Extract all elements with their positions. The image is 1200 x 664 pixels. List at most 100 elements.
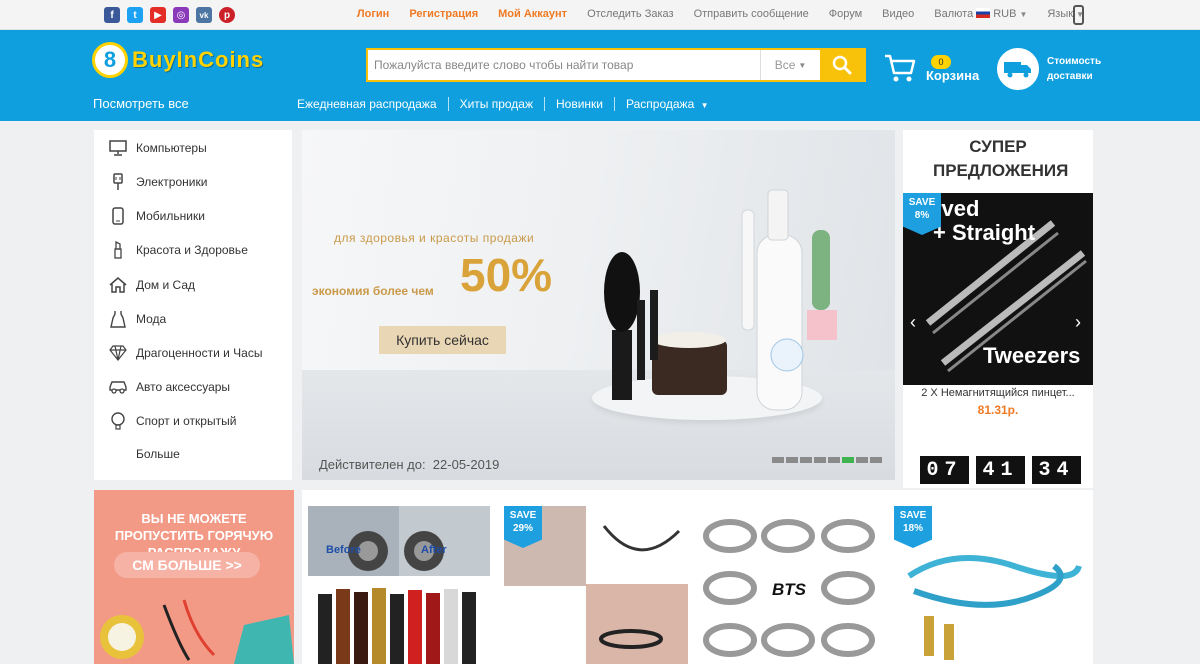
chevron-down-icon: ▼ xyxy=(1019,10,1028,19)
after-image: After xyxy=(399,506,490,576)
shipping-cost-link[interactable]: Стоимость доставки xyxy=(997,48,1107,90)
banner-valid-until: Действителен до: 22-05-2019 xyxy=(319,457,499,472)
nav-new[interactable]: Новинки xyxy=(544,97,614,111)
cart-count-badge: 0 xyxy=(931,55,951,69)
banner-subtitle: для здоровья и красоты продажи xyxy=(334,231,535,245)
slider-dot[interactable] xyxy=(814,457,826,463)
category-fashion[interactable]: Мода xyxy=(108,310,166,328)
timer-seconds: 34 xyxy=(1032,456,1081,484)
category-home-garden[interactable]: Дом и Сад xyxy=(108,276,195,294)
timer-minutes: 41 xyxy=(976,456,1025,484)
search-input[interactable] xyxy=(368,50,760,80)
category-mobiles[interactable]: Мобильники xyxy=(108,207,205,225)
choker-image xyxy=(602,525,681,552)
plug-icon xyxy=(108,173,128,191)
product-tile-car-paint[interactable]: Before After xyxy=(308,506,490,664)
search-category-select[interactable]: Все ▼ xyxy=(760,50,820,80)
login-link[interactable]: Логин xyxy=(357,8,389,20)
category-more[interactable]: Больше xyxy=(136,447,180,461)
track-order-link[interactable]: Отследить Заказ xyxy=(587,8,674,20)
logo[interactable]: 8 BuyInCoins xyxy=(92,42,264,78)
save-percent: 18% xyxy=(902,523,923,534)
lipstick-icon xyxy=(108,241,128,259)
chevron-left-icon[interactable]: ‹ xyxy=(910,312,916,333)
category-jewelry-watches[interactable]: Драгоценности и Часы xyxy=(108,344,262,362)
mobile-app-icon[interactable] xyxy=(1073,5,1084,25)
timer-hours: 07 xyxy=(920,456,969,484)
super-offers-title: СУПЕР ПРЕДЛОЖЕНИЯ xyxy=(933,137,1069,180)
nav-sale[interactable]: Распродажа ▼ xyxy=(614,97,720,111)
see-more-button[interactable]: СМ БОЛЬШЕ >> xyxy=(114,552,260,578)
pinterest-icon[interactable]: p xyxy=(219,7,235,23)
currency-selector[interactable]: Валюта RUB ▼ xyxy=(934,8,1027,20)
category-label: Мода xyxy=(136,312,167,326)
category-auto[interactable]: Авто аксессуары xyxy=(108,378,230,396)
super-offers-panel: СУПЕР ПРЕДЛОЖЕНИЯ rved + Straight Tweeze… xyxy=(903,130,1093,488)
before-image: Before xyxy=(308,506,399,576)
save-percent: 29% xyxy=(512,523,533,534)
product-tile-bts-rings[interactable]: BTS xyxy=(698,506,882,664)
dress-icon xyxy=(108,310,128,328)
nav-daily-sale[interactable]: Ежедневная распродажа xyxy=(297,97,448,111)
offer-image-text-top: rved + Straight xyxy=(933,196,1036,245)
top-bar: f t ▶ ◎ vk p Логин Регистрация Мой Аккау… xyxy=(0,0,1200,30)
slider-dot[interactable] xyxy=(772,457,784,463)
send-message-link[interactable]: Отправить сообщение xyxy=(694,8,809,20)
nav-bestsellers[interactable]: Хиты продаж xyxy=(447,97,544,111)
category-label: Больше xyxy=(136,447,180,461)
account-link[interactable]: Мой Аккаунт xyxy=(498,8,567,20)
product-tile-chokers[interactable]: SAVE 29% xyxy=(504,506,688,664)
sport-icon xyxy=(108,412,128,430)
bts-label: BTS xyxy=(772,580,806,599)
choker-model-image xyxy=(586,584,688,664)
banner-percent: 50% xyxy=(460,249,553,301)
offer-product-name[interactable]: 2 X Немагнитящийся пинцет... xyxy=(903,387,1093,399)
car-icon xyxy=(108,378,128,396)
slider-dot[interactable] xyxy=(856,457,868,463)
facebook-icon[interactable]: f xyxy=(104,7,120,23)
banner-save-text: экономия более чем xyxy=(312,284,434,298)
chevron-down-icon: ▼ xyxy=(798,60,807,70)
slider-dot[interactable] xyxy=(800,457,812,463)
main-nav: Ежедневная распродажа Хиты продаж Новинк… xyxy=(297,97,720,111)
slider-dot[interactable] xyxy=(842,457,854,463)
category-label: Спорт и открытый xyxy=(136,414,237,428)
category-sport-outdoor[interactable]: Спорт и открытый xyxy=(108,412,236,430)
view-all-categories-link[interactable]: Посмотреть все xyxy=(93,96,189,111)
paint-pens-image xyxy=(318,588,476,664)
forum-link[interactable]: Форум xyxy=(829,8,862,20)
category-label: Драгоценности и Часы xyxy=(136,346,263,360)
instagram-icon[interactable]: ◎ xyxy=(173,7,189,23)
search-button[interactable] xyxy=(820,50,864,80)
twitter-icon[interactable]: t xyxy=(127,7,143,23)
category-computers[interactable]: Компьютеры xyxy=(108,139,207,157)
search-category-value: Все xyxy=(774,58,796,72)
youtube-icon[interactable]: ▶ xyxy=(150,7,166,23)
cart[interactable]: 0 Корзина xyxy=(884,52,979,83)
category-label: Красота и Здоровье xyxy=(136,243,248,257)
chevron-right-icon[interactable]: › xyxy=(1075,312,1081,333)
offer-product-image[interactable]: rved + Straight Tweezers SAVE 8% xyxy=(903,193,1093,385)
offer-price: 81.31р. xyxy=(977,403,1019,417)
video-link[interactable]: Видео xyxy=(882,8,914,20)
hero-banner[interactable]: для здоровья и красоты продажи экономия … xyxy=(302,130,895,480)
shipping-cost-label: Стоимость доставки xyxy=(1047,56,1102,82)
save-percent: 8% xyxy=(914,210,930,221)
category-beauty-health[interactable]: Красота и Здоровье xyxy=(108,241,248,259)
hot-sale-promo[interactable]: ВЫ НЕ МОЖЕТЕ ПРОПУСТИТЬ ГОРЯЧУЮ РАСПРОДА… xyxy=(94,490,294,664)
slider-dot[interactable] xyxy=(786,457,798,463)
after-label: After xyxy=(421,544,447,556)
slider-dot[interactable] xyxy=(828,457,840,463)
cart-icon xyxy=(885,54,916,81)
shop-now-button[interactable]: Купить сейчас xyxy=(379,326,506,354)
product-tile-aux-cable[interactable]: SAVE 18% xyxy=(894,506,1088,664)
slider-dot[interactable] xyxy=(870,457,882,463)
vk-icon[interactable]: vk xyxy=(196,7,212,23)
russia-flag-icon xyxy=(976,8,991,18)
chevron-down-icon: ▼ xyxy=(700,101,709,110)
logo-text: BuyInCoins xyxy=(132,47,265,72)
category-menu: Компьютеры Электроники Мобильники Красот… xyxy=(94,130,292,480)
register-link[interactable]: Регистрация xyxy=(409,8,478,20)
category-electronics[interactable]: Электроники xyxy=(108,173,207,191)
cart-label: Корзина xyxy=(926,68,980,83)
